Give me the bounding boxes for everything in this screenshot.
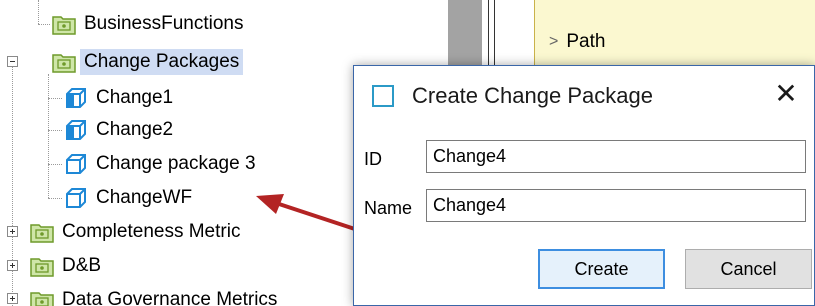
tree-item-label: D&B — [62, 255, 102, 276]
create-button[interactable]: Create — [538, 249, 665, 289]
tree-item-label: BusinessFunctions — [84, 13, 244, 34]
tree-item-changewf[interactable]: ChangeWF — [64, 184, 196, 212]
tree-connector — [38, 24, 50, 25]
path-label: Path — [566, 31, 606, 52]
tree-item-change-packages[interactable]: Change Packages — [52, 48, 244, 76]
tree-item-label: Change Packages — [80, 49, 244, 75]
change-package-icon — [66, 188, 86, 208]
tree-connector — [38, 0, 39, 24]
folder-icon — [30, 292, 54, 306]
tree-connector — [48, 98, 62, 99]
tree-connector — [48, 74, 49, 198]
tree-item-change2[interactable]: Change2 — [64, 116, 177, 144]
chevron-right-icon[interactable]: > — [549, 33, 558, 51]
expand-toggle-dnb[interactable] — [7, 260, 18, 271]
tree-item-label: Data Governance Metrics — [62, 289, 278, 306]
tree-item-change1[interactable]: Change1 — [64, 84, 177, 112]
tree-item-dnb[interactable]: D&B — [30, 252, 105, 280]
tree-connector — [48, 164, 62, 165]
cancel-button[interactable]: Cancel — [685, 249, 812, 289]
expand-toggle-completeness-metric[interactable] — [7, 226, 18, 237]
expand-toggle-data-governance-metrics[interactable] — [7, 293, 18, 304]
tree-connector — [48, 130, 62, 131]
create-change-package-dialog: Create Change Package ✕ ID Name Create C… — [353, 65, 815, 306]
id-label: ID — [364, 149, 382, 169]
folder-icon — [30, 258, 54, 277]
collapse-toggle-change-packages[interactable] — [7, 56, 18, 67]
change-package-icon — [66, 154, 86, 174]
tree-item-change-package-3[interactable]: Change package 3 — [64, 150, 260, 178]
id-field[interactable] — [426, 140, 806, 173]
tree-item-businessfunctions[interactable]: BusinessFunctions — [52, 10, 247, 38]
close-icon[interactable]: ✕ — [770, 78, 802, 110]
tree-item-label: Change1 — [96, 87, 174, 108]
tree-item-label: ChangeWF — [96, 187, 193, 208]
path-row[interactable]: > Path — [549, 28, 605, 56]
change-package-open-icon — [66, 120, 86, 140]
dialog-title-bar[interactable]: Create Change Package ✕ — [354, 66, 814, 130]
folder-icon — [52, 54, 76, 73]
name-label: Name — [364, 198, 413, 218]
window-icon — [372, 85, 394, 107]
tree-connector — [48, 198, 62, 199]
dialog-title: Create Change Package — [412, 83, 653, 108]
folder-icon — [52, 16, 76, 35]
name-field[interactable] — [426, 189, 806, 222]
change-package-open-icon — [66, 88, 86, 108]
panel-divider — [494, 0, 495, 70]
tree-item-label: Change package 3 — [96, 153, 256, 174]
tree-item-label: Completeness Metric — [62, 221, 241, 242]
panel-divider — [488, 0, 489, 70]
tree-item-label: Change2 — [96, 119, 174, 140]
tree-item-completeness-metric[interactable]: Completeness Metric — [30, 218, 244, 246]
folder-icon — [30, 224, 54, 243]
path-grid: > Path — [534, 0, 815, 66]
tree-item-data-governance-metrics[interactable]: Data Governance Metrics — [30, 286, 281, 306]
